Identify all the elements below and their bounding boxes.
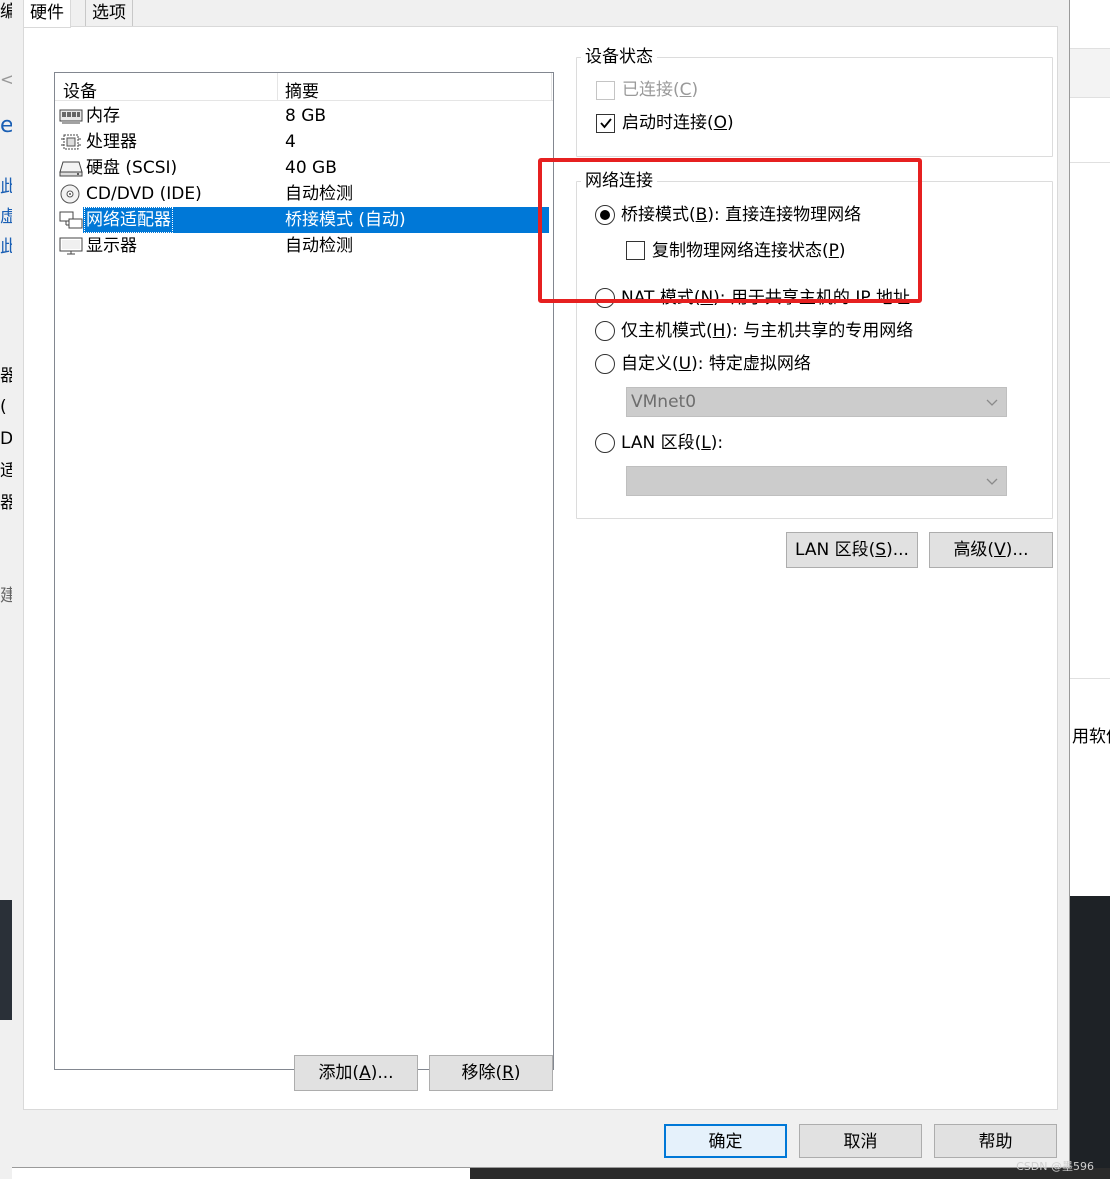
device-row-network-adapter[interactable]: 网络适配器 桥接模式 (自动) (55, 207, 549, 233)
background-dark-region (0, 900, 12, 1020)
lan-segment-label: LAN 区段(L): (621, 433, 724, 453)
hard-disk-icon (59, 161, 83, 177)
device-summary: 40 GB (285, 158, 337, 178)
accelerator-key: S (875, 540, 887, 560)
memory-icon (59, 109, 83, 124)
device-row-processor[interactable]: 处理器 4 (55, 129, 549, 155)
button-label: LAN 区段( (795, 540, 876, 560)
accelerator-key: V (994, 540, 1006, 560)
device-name: 内存 (86, 106, 120, 126)
custom-network-label: 自定义(U): 特定虚拟网络 (621, 354, 811, 374)
tab-options[interactable]: 选项 (85, 0, 133, 27)
button-label: ) (513, 1063, 521, 1083)
red-annotation-box (538, 158, 922, 303)
lan-segment-radio[interactable] (595, 433, 615, 453)
button-label: 移除( (461, 1063, 503, 1083)
device-summary: 4 (285, 132, 296, 152)
connect-at-power-on-label: 启动时连接(O) (622, 113, 734, 133)
device-list[interactable]: 设备 摘要 内存 8 GB 处理器 4 硬盘 (SCSI) 40 GB CD/D… (54, 72, 554, 1070)
add-device-button[interactable]: 添加(A)... (294, 1055, 418, 1091)
cd-dvd-icon (60, 184, 80, 204)
accelerator-key: R (502, 1063, 514, 1083)
background-divider (1070, 162, 1110, 163)
connected-label: 已连接(C) (622, 80, 699, 100)
custom-network-value: VMnet0 (631, 392, 697, 412)
lan-segments-button[interactable]: LAN 区段(S)... (786, 532, 918, 568)
host-only-mode-radio[interactable] (595, 321, 615, 341)
device-summary: 桥接模式 (自动) (285, 210, 406, 230)
ok-button[interactable]: 确定 (664, 1124, 787, 1158)
tab-hardware[interactable]: 硬件 (23, 0, 71, 28)
column-header-summary[interactable]: 摘要 (285, 77, 319, 102)
device-row-memory[interactable]: 内存 8 GB (55, 103, 549, 129)
processor-icon (61, 134, 81, 150)
custom-network-radio[interactable] (595, 354, 615, 374)
network-adapter-icon (59, 211, 83, 229)
column-separator (277, 73, 278, 101)
background-dark-region (1068, 896, 1110, 1179)
watermark: CSDN @墨596 (1016, 1160, 1094, 1173)
device-name: CD/DVD (IDE) (86, 184, 202, 204)
column-separator (551, 73, 552, 101)
background-text-fragment: ( (0, 397, 7, 417)
chevron-down-icon (986, 399, 998, 406)
connected-checkbox[interactable] (596, 81, 615, 100)
checkmark-icon (600, 118, 612, 129)
device-summary: 自动检测 (285, 236, 353, 256)
background-text-fragment: 用软件 (1072, 727, 1110, 747)
chevron-down-icon (986, 478, 998, 485)
background-taskbar-strip (470, 1168, 1110, 1179)
accelerator-key: A (359, 1063, 371, 1083)
device-status-group (576, 57, 1053, 157)
advanced-button[interactable]: 高级(V)... (929, 532, 1053, 568)
button-label: )... (1005, 540, 1029, 560)
device-name: 硬盘 (SCSI) (86, 158, 178, 178)
device-name: 网络适配器 (84, 207, 173, 233)
button-label: )... (886, 540, 909, 560)
device-summary: 8 GB (285, 106, 327, 126)
button-label: )... (370, 1063, 394, 1083)
cancel-button[interactable]: 取消 (799, 1124, 922, 1158)
device-name: 处理器 (86, 132, 137, 152)
device-row-cd-dvd[interactable]: CD/DVD (IDE) 自动检测 (55, 181, 549, 207)
device-row-display[interactable]: 显示器 自动检测 (55, 233, 549, 259)
background-divider (1070, 678, 1110, 679)
device-status-title: 设备状态 (581, 47, 657, 67)
host-only-mode-label: 仅主机模式(H): 与主机共享的专用网络 (621, 321, 914, 341)
button-label: 高级( (953, 540, 995, 560)
help-button[interactable]: 帮助 (934, 1124, 1057, 1158)
display-icon (59, 237, 83, 255)
device-list-header: 设备 摘要 (55, 73, 553, 102)
device-name: 显示器 (86, 236, 137, 256)
button-label: 添加( (318, 1063, 360, 1083)
connect-at-power-on-checkbox[interactable] (596, 114, 615, 133)
device-row-hard-disk[interactable]: 硬盘 (SCSI) 40 GB (55, 155, 549, 181)
device-summary: 自动检测 (285, 184, 353, 204)
lan-segment-select[interactable] (626, 466, 1007, 496)
custom-network-select[interactable]: VMnet0 (626, 387, 1007, 417)
background-toolbar-strip (1070, 48, 1110, 98)
remove-device-button[interactable]: 移除(R) (429, 1055, 553, 1091)
column-header-device[interactable]: 设备 (63, 77, 97, 102)
